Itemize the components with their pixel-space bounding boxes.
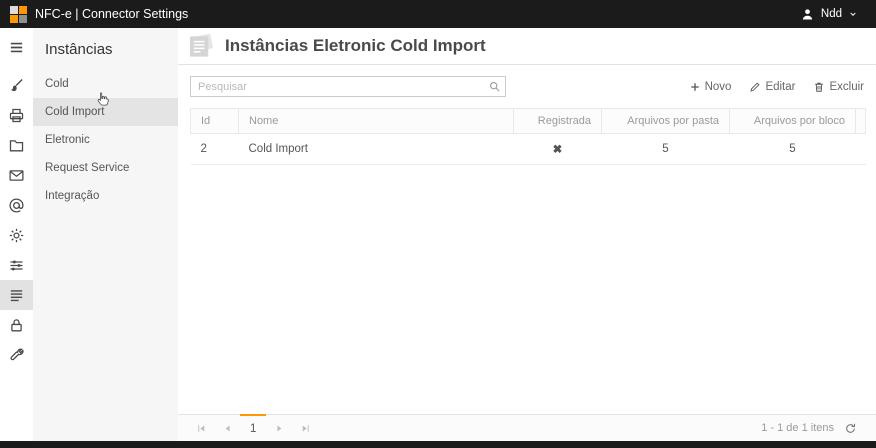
- cell-nome: Cold Import: [239, 134, 514, 165]
- rail-item-gear[interactable]: [0, 220, 33, 250]
- rail-item-brush[interactable]: [0, 70, 33, 100]
- plus-icon: [689, 81, 701, 93]
- app-title: NFC-e | Connector Settings: [35, 7, 188, 21]
- wrench-icon: [8, 347, 25, 364]
- column-header-registrada[interactable]: Registrada: [514, 109, 602, 134]
- edit-button[interactable]: Editar: [749, 81, 795, 93]
- pencil-icon: [749, 81, 761, 93]
- topbar: NFC-e | Connector Settings Ndd: [0, 0, 876, 28]
- rail-item-wrench[interactable]: [0, 340, 33, 370]
- cell-filler: [856, 134, 866, 165]
- sidebar-title: Instâncias: [33, 28, 178, 70]
- new-label: Novo: [705, 81, 732, 93]
- chevron-down-icon: [848, 9, 858, 19]
- prev-icon: [222, 423, 233, 434]
- column-header-filler: [856, 109, 866, 134]
- printer-icon: [8, 107, 25, 124]
- main-content: Instâncias Eletronic Cold Import Novo Edi…: [178, 28, 876, 441]
- sidebar-item-request-service[interactable]: Request Service: [33, 154, 178, 182]
- subnav-list: ColdCold ImportEletronicRequest ServiceI…: [33, 70, 178, 210]
- sidebar-item-integracao[interactable]: Integração: [33, 182, 178, 210]
- rail-item-mail[interactable]: [0, 160, 33, 190]
- page-title: Instâncias Eletronic Cold Import: [225, 36, 486, 56]
- column-header-arquivos-por-bloco[interactable]: Arquivos por bloco: [730, 109, 856, 134]
- grid-toolbar-actions: Novo Editar Excluir: [689, 81, 866, 93]
- sidebar-item-eletronic[interactable]: Eletronic: [33, 126, 178, 154]
- icon-rail: [0, 28, 33, 441]
- sidebar: Instâncias ColdCold ImportEletronicReque…: [33, 28, 178, 441]
- pager-first-button[interactable]: [188, 415, 214, 441]
- search-box: [190, 76, 506, 97]
- rail-item-queue[interactable]: [0, 280, 33, 310]
- user-name: Ndd: [821, 8, 842, 20]
- next-icon: [274, 423, 285, 434]
- cell-arquivos-por-pasta: 5: [602, 134, 730, 165]
- pager-info: 1 - 1 de 1 itens: [761, 415, 834, 441]
- pager-prev-button[interactable]: [214, 415, 240, 441]
- rail-item-lock[interactable]: [0, 310, 33, 340]
- delete-button[interactable]: Excluir: [813, 81, 864, 93]
- trash-icon: [813, 81, 825, 93]
- rail-item-menu[interactable]: [0, 32, 33, 62]
- refresh-button[interactable]: [834, 415, 866, 441]
- edit-label: Editar: [765, 81, 795, 93]
- grid-toolbar: Novo Editar Excluir: [178, 65, 876, 105]
- queue-icon: [8, 287, 25, 304]
- search-icon: [488, 80, 501, 93]
- user-menu[interactable]: Ndd: [800, 7, 858, 22]
- pager-next-button[interactable]: [266, 415, 292, 441]
- rail-item-at[interactable]: [0, 190, 33, 220]
- refresh-icon: [844, 422, 857, 435]
- new-button[interactable]: Novo: [689, 81, 732, 93]
- pager-last-button[interactable]: [292, 415, 318, 441]
- table-row[interactable]: 2Cold Import✖55: [191, 134, 866, 165]
- app-logo-icon: [10, 6, 27, 23]
- rail-item-sliders[interactable]: [0, 250, 33, 280]
- pager: 1 1 - 1 de 1 itens: [178, 414, 876, 441]
- cell-arquivos-por-bloco: 5: [730, 134, 856, 165]
- grid-header-row: IdNomeRegistradaArquivos por pastaArquiv…: [191, 109, 866, 134]
- cell-registrada: ✖: [514, 134, 602, 165]
- folder-icon: [8, 137, 25, 154]
- rail-item-folder[interactable]: [0, 130, 33, 160]
- lock-icon: [8, 317, 25, 334]
- bottom-bar: [0, 441, 876, 448]
- search-input[interactable]: [191, 78, 505, 97]
- rail-item-printer[interactable]: [0, 100, 33, 130]
- pager-current-page[interactable]: 1: [240, 414, 266, 441]
- menu-icon: [8, 39, 25, 56]
- at-icon: [8, 197, 25, 214]
- document-icon: [186, 32, 217, 59]
- column-header-arquivos-por-pasta[interactable]: Arquivos por pasta: [602, 109, 730, 134]
- sidebar-item-cold[interactable]: Cold: [33, 70, 178, 98]
- grid-body: 2Cold Import✖55: [191, 134, 866, 165]
- brush-icon: [8, 77, 25, 94]
- seek-end-icon: [300, 423, 311, 434]
- delete-label: Excluir: [829, 81, 864, 93]
- seek-first-icon: [196, 423, 207, 434]
- cell-id: 2: [191, 134, 239, 165]
- mail-icon: [8, 167, 25, 184]
- column-header-id[interactable]: Id: [191, 109, 239, 134]
- column-header-nome[interactable]: Nome: [239, 109, 514, 134]
- page-header: Instâncias Eletronic Cold Import: [178, 28, 876, 65]
- sliders-icon: [8, 257, 25, 274]
- gear-icon: [8, 227, 25, 244]
- app-window: NFC-e | Connector Settings Ndd Instância…: [0, 0, 876, 448]
- grid: IdNomeRegistradaArquivos por pastaArquiv…: [190, 108, 866, 414]
- user-icon: [800, 7, 815, 22]
- sidebar-item-cold-import[interactable]: Cold Import: [33, 98, 178, 126]
